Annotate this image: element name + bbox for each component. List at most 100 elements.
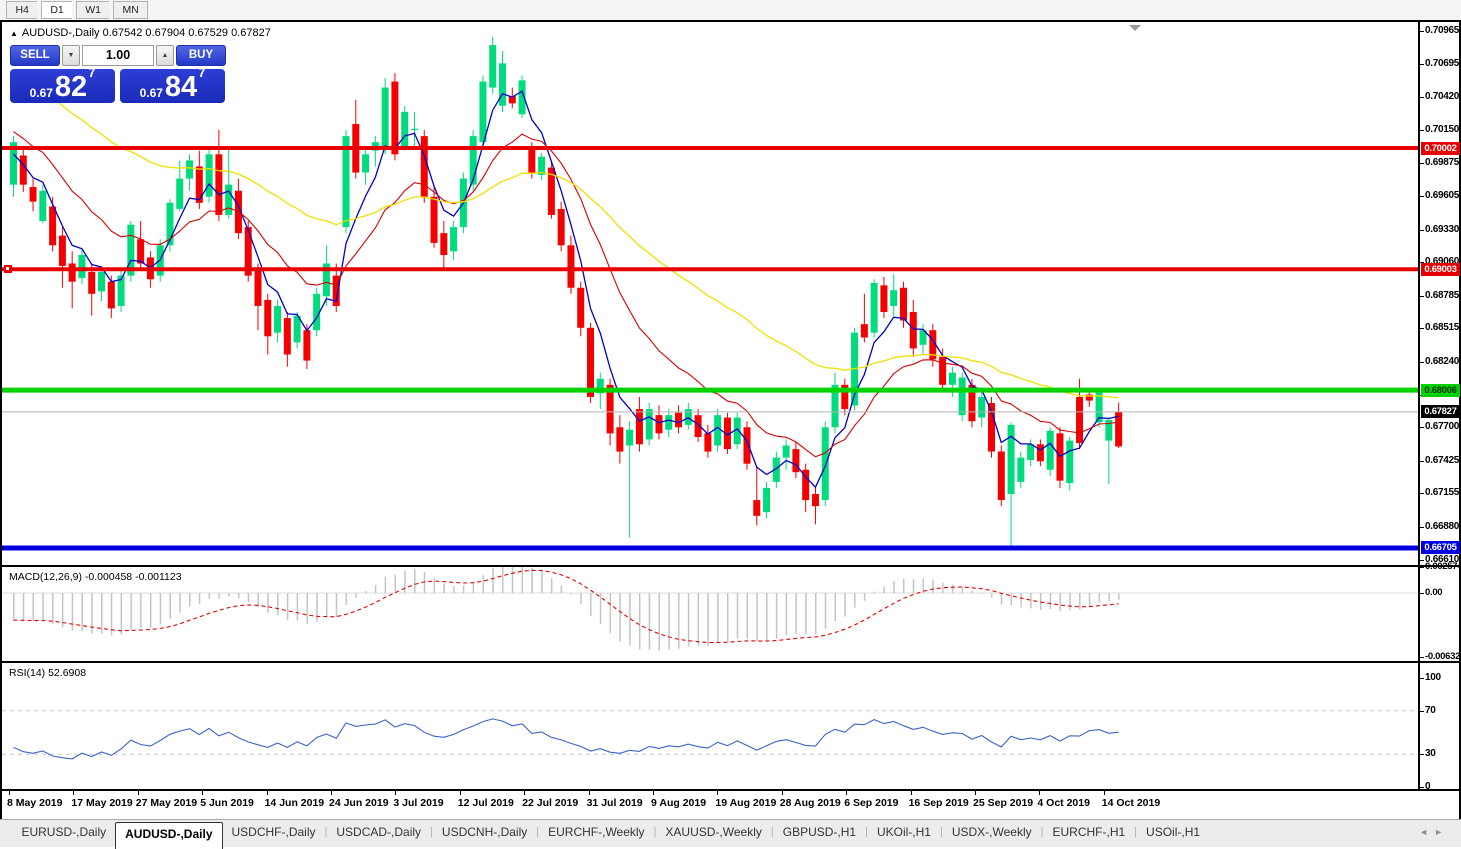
price-tick [1420, 97, 1424, 99]
price-tick-label: 0.69605 [1425, 190, 1460, 202]
tab-nav-arrows: ◄► [1419, 827, 1449, 837]
volume-up-button[interactable]: ▲ [156, 45, 174, 66]
chart-tab-xauusd-weekly[interactable]: XAUUSD-,Weekly [656, 820, 770, 847]
chevron-down-icon: ▼ [67, 52, 75, 59]
chart-title-symbol: AUDUSD-,Daily [21, 27, 100, 39]
chart-shift-marker-icon[interactable] [1129, 25, 1141, 31]
buy-price-big: 84 [164, 71, 198, 103]
candlestick-chart[interactable] [2, 22, 1418, 565]
chart-title-ohlc: 0.67542 0.67904 0.67529 0.67827 [102, 27, 271, 39]
chart-title: ▲ AUDUSD-,Daily 0.67542 0.67904 0.67529 0… [10, 27, 271, 39]
one-click-trade-panel: SELL ▼ 1.00 ▲ BUY 0.67 82 7 0.67 84 7 [10, 45, 226, 103]
timeframe-tab-mn[interactable]: MN [113, 1, 148, 19]
chart-tab-eurchf-weekly[interactable]: EURCHF-,Weekly [539, 820, 653, 847]
price-tick-label: 0.66880 [1425, 520, 1460, 532]
rsi-tick [1420, 754, 1424, 756]
price-tick [1420, 163, 1424, 165]
date-tick-label: 24 Jun 2019 [329, 797, 389, 809]
tab-nav-right-icon[interactable]: ► [1434, 827, 1449, 837]
price-tick-label: 0.68240 [1425, 355, 1460, 367]
chart-tab-gbpusd-h1[interactable]: GBPUSD-,H1 [774, 820, 865, 847]
chart-tab-usdcad-daily[interactable]: USDCAD-,Daily [327, 820, 430, 847]
date-tick [975, 791, 976, 795]
rsi-tick-label: 70 [1425, 704, 1436, 716]
date-tick [266, 791, 268, 795]
date-tick [395, 791, 397, 795]
current-price-label: 0.67827 [1421, 405, 1460, 419]
date-tick-label: 16 Sep 2019 [908, 797, 969, 809]
chart-window: 0.70965 0.70695 0.70420 0.70150 0.69875 0.696… [0, 20, 1461, 819]
price-tick-label: 0.69330 [1425, 223, 1460, 235]
rsi-tick-label: 100 [1425, 672, 1441, 683]
date-tick-label: 6 Sep 2019 [844, 797, 899, 809]
date-tick [202, 791, 204, 795]
macd-tick [1420, 656, 1424, 658]
rsi-chart[interactable] [2, 663, 1418, 789]
chart-tab-usdx-weekly[interactable]: USDX-,Weekly [943, 820, 1041, 847]
chart-tab-bar: EURUSD-,Daily AUDUSD-,Daily USDCHF-,Daily |… [0, 819, 1461, 849]
chart-tab-eurusd-daily[interactable]: EURUSD-,Daily [12, 820, 115, 847]
price-tick [1420, 63, 1424, 65]
rsi-panel[interactable]: 100 70 30 0 RSI(14) 52.6908 [2, 663, 1459, 792]
price-tick-label: 0.67700 [1425, 421, 1460, 433]
date-tick [1039, 791, 1041, 795]
macd-panel[interactable]: 0.0025740.00-0.006326 MACD(12,26,9) -0.0… [2, 561, 1461, 662]
chart-tab-usoil-h1[interactable]: USOil-,H1 [1137, 820, 1209, 847]
sell-price-box[interactable]: 0.67 82 7 [10, 65, 115, 103]
rsi-label: RSI(14) 52.6908 [9, 667, 87, 679]
date-tick-label: 31 Jul 2019 [586, 797, 643, 809]
tab-nav-left-icon[interactable]: ◄ [1419, 827, 1434, 837]
date-tick-label: 25 Sep 2019 [973, 797, 1034, 809]
date-tick-label: 27 May 2019 [135, 797, 198, 809]
price-tick-label: 0.68785 [1425, 289, 1460, 301]
date-tick [137, 791, 139, 795]
sell-button[interactable]: SELL [10, 45, 60, 66]
rsi-axis[interactable]: 100 70 30 0 [1418, 663, 1459, 792]
price-tick [1420, 130, 1424, 132]
hline-drag-marker[interactable] [4, 265, 12, 274]
macd-chart[interactable] [2, 567, 1418, 661]
date-tick-label: 8 May 2019 [7, 797, 63, 809]
date-tick-label: 12 Jul 2019 [457, 797, 514, 809]
price-tick-label: 0.70150 [1425, 124, 1460, 136]
macd-tick [1420, 567, 1424, 568]
chart-tab-usdcnh-daily[interactable]: USDCNH-,Daily [433, 820, 536, 847]
price-tick [1420, 328, 1424, 330]
rsi-tick [1420, 787, 1424, 788]
collapse-arrow-icon[interactable]: ▲ [10, 29, 18, 38]
chevron-up-icon: ▲ [161, 52, 169, 59]
level-price-label: 0.66705 [1421, 541, 1460, 555]
price-tick-label: 0.70965 [1425, 25, 1460, 37]
date-tick-label: 17 May 2019 [71, 797, 133, 809]
timeframe-tab-h4[interactable]: H4 [6, 1, 37, 19]
date-tick [1103, 791, 1105, 795]
main-chart-panel[interactable]: 0.70965 0.70695 0.70420 0.70150 0.69875 0.696… [2, 22, 1460, 565]
date-tick-label: 4 Oct 2019 [1037, 797, 1090, 809]
chart-tab-eurchf-h1[interactable]: EURCHF-,H1 [1044, 820, 1135, 847]
chart-tabs: EURUSD-,Daily AUDUSD-,Daily USDCHF-,Daily |… [12, 820, 1209, 849]
timeframe-tab-w1[interactable]: W1 [76, 1, 109, 19]
date-axis[interactable]: 8 May 2019 17 May 2019 27 May 2019 5 Jun 20… [2, 791, 1459, 816]
price-tick [1420, 31, 1424, 33]
buy-price-box[interactable]: 0.67 84 7 [120, 65, 225, 103]
sell-price-sup: 7 [88, 65, 96, 80]
chart-tab-usdchf-daily[interactable]: USDCHF-,Daily [223, 820, 325, 847]
price-tick [1420, 559, 1424, 561]
date-tick-label: 14 Jun 2019 [264, 797, 325, 809]
sell-price-big: 82 [54, 71, 88, 103]
price-tick-label: 0.67155 [1425, 487, 1460, 499]
date-tick-label: 22 Jul 2019 [522, 797, 579, 809]
date-tick-label: 9 Aug 2019 [651, 797, 707, 809]
timeframe-tab-d1[interactable]: D1 [41, 1, 72, 19]
chart-tab-audusd-daily[interactable]: AUDUSD-,Daily [115, 822, 223, 849]
price-axis[interactable]: 0.70965 0.70695 0.70420 0.70150 0.69875 0.696… [1418, 22, 1460, 565]
date-tick-label: 19 Aug 2019 [715, 797, 777, 809]
price-tick [1420, 196, 1424, 198]
chart-tab-ukoil-h1[interactable]: UKOil-,H1 [868, 820, 940, 847]
volume-dropdown-button[interactable]: ▼ [62, 45, 80, 66]
date-tick-label: 5 Jun 2019 [200, 797, 254, 809]
macd-axis[interactable]: 0.0025740.00-0.006326 [1418, 561, 1461, 662]
date-tick [846, 791, 848, 795]
buy-price-prefix: 0.67 [139, 86, 163, 100]
price-tick-label: 0.67425 [1425, 454, 1460, 466]
